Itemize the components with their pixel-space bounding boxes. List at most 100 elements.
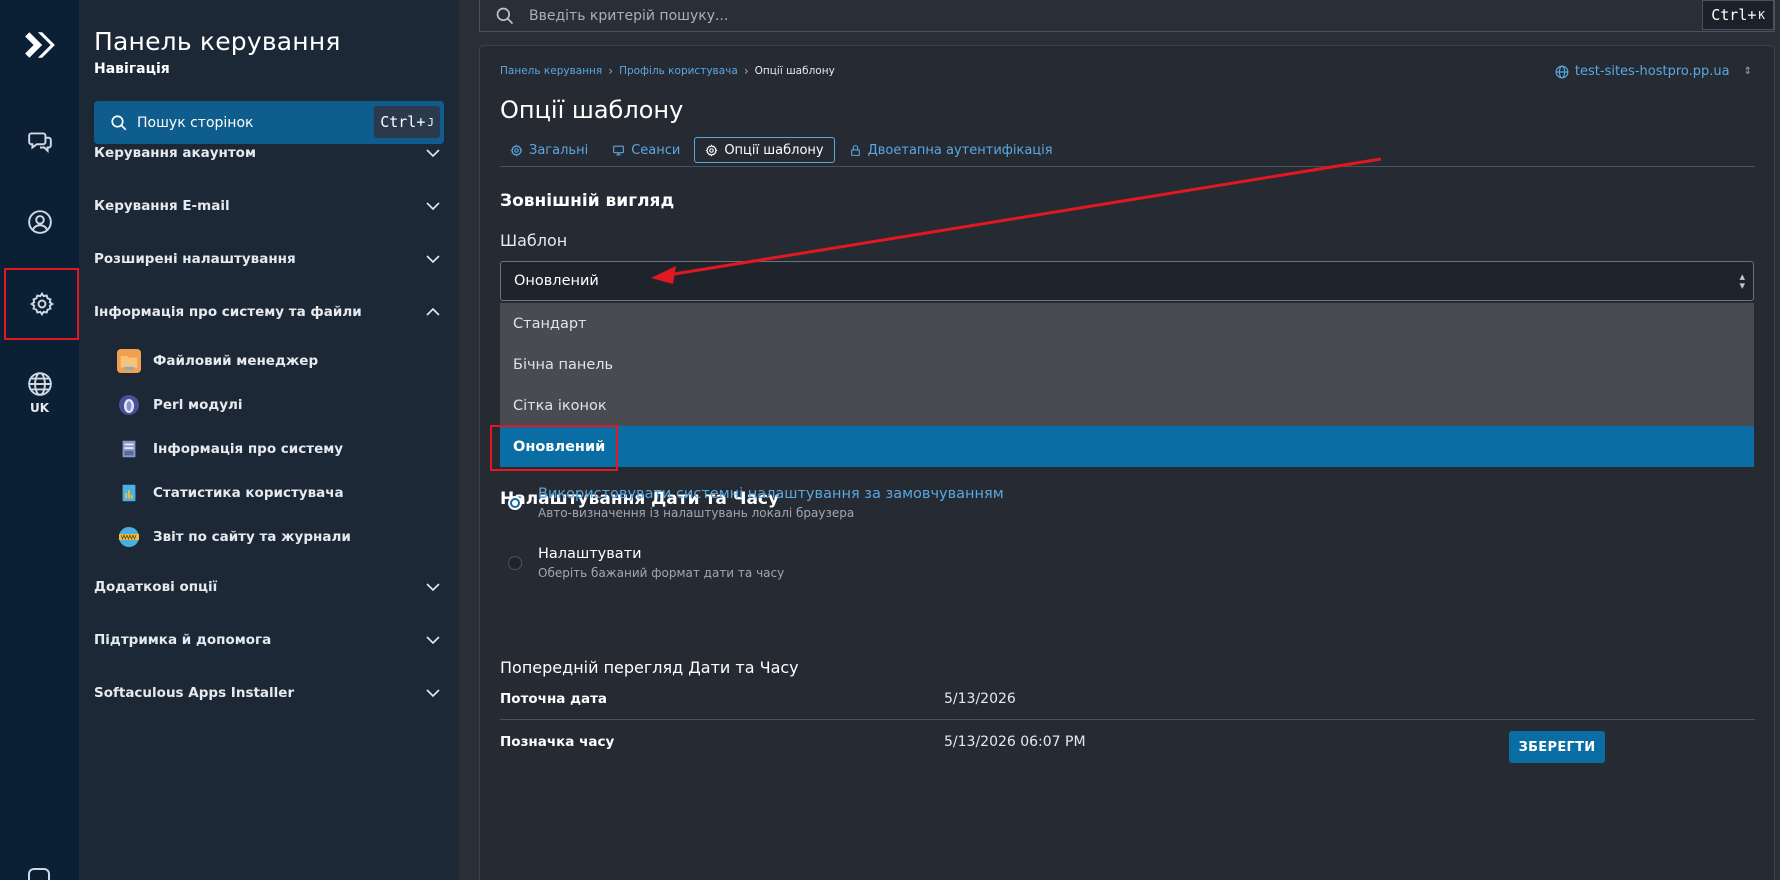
user-profile-icon[interactable] xyxy=(0,187,79,257)
tab-label: Загальні xyxy=(529,142,589,158)
perl-onion-icon xyxy=(117,393,141,417)
gear-icon xyxy=(510,143,523,157)
navigation-sidebar: Панель керування Навігація Пошук сторіно… xyxy=(79,0,459,880)
preview-time-label: Позначка часу xyxy=(500,734,615,750)
globe-icon xyxy=(27,372,52,396)
page-search-shortcut: Ctrl+ J xyxy=(374,106,440,138)
settings-gear-button[interactable] xyxy=(4,268,79,340)
tab-two-factor-auth[interactable]: Двоетапна аутентифікація xyxy=(839,137,1063,163)
chevron-down-icon xyxy=(426,689,440,698)
nav-item-label: Файловий менеджер xyxy=(153,353,319,369)
nav-item-user-stats[interactable]: Статистика користувача xyxy=(117,477,437,509)
tab-label: Двоетапна аутентифікація xyxy=(867,142,1053,158)
nav-subtitle: Навігація xyxy=(94,61,170,77)
nav-section-label: Інформація про систему та файли xyxy=(94,304,362,320)
tab-label: Сеанси xyxy=(631,142,681,158)
search-icon xyxy=(111,114,127,130)
radio-option-description: Авто-визначення із налаштувань локалі бр… xyxy=(538,506,855,520)
nav-section-label: Керування E-mail xyxy=(94,198,230,214)
nav-item-label: Статистика користувача xyxy=(153,485,344,501)
tab-general[interactable]: Загальні xyxy=(500,137,598,163)
template-option-icon-grid[interactable]: Сітка іконок xyxy=(500,385,1754,426)
radio-button-unchecked[interactable] xyxy=(508,556,522,570)
radio-option-custom[interactable]: Налаштувати Оберіть бажаний формат дати … xyxy=(508,546,784,580)
global-search-bar[interactable]: Введіть критерій пошуку... Ctrl+ K xyxy=(479,0,1775,32)
nav-item-site-logs[interactable]: Звіт по сайту та журнали xyxy=(117,521,437,553)
domain-selector[interactable]: test-sites-hostpro.pp.ua ⇕ xyxy=(1555,64,1752,79)
nav-item-label: Інформація про систему xyxy=(153,441,344,457)
template-selected-value: Оновлений xyxy=(514,273,599,289)
chevron-down-icon xyxy=(426,636,440,645)
language-switcher[interactable]: UK xyxy=(0,348,79,438)
radio-option-description: Оберіть бажаний формат дати та часу xyxy=(538,566,785,580)
chat-bubbles-icon xyxy=(27,132,52,154)
language-code: UK xyxy=(29,401,50,415)
global-search-shortcut: Ctrl+ K xyxy=(1702,0,1774,30)
nav-item-file-manager[interactable]: Файловий менеджер xyxy=(117,345,437,377)
nav-item-system-info[interactable]: Інформація про систему xyxy=(117,433,437,465)
nav-section-label: Керування акаунтом xyxy=(94,145,256,161)
server-info-icon xyxy=(117,437,141,461)
nav-title: Панель керування xyxy=(94,27,341,56)
page-search-label: Пошук сторінок xyxy=(137,114,254,131)
nav-section-label: Розширені налаштування xyxy=(94,251,296,267)
select-caret-icon: ⇕ xyxy=(1743,66,1752,77)
chevron-up-icon xyxy=(426,307,440,316)
breadcrumb-separator-icon: › xyxy=(608,64,614,78)
radio-option-title: Використовувати системні налаштування за… xyxy=(538,486,1004,502)
breadcrumb: Панель керування › Профіль користувача ›… xyxy=(500,64,835,78)
save-button[interactable]: ЗБЕРЕГТИ xyxy=(1509,731,1605,763)
tab-sessions[interactable]: Сеанси xyxy=(602,137,690,163)
preview-heading: Попередній перегляд Дати та Часу xyxy=(500,658,799,677)
template-dropdown: Стандарт Бічна панель Сітка іконок Оновл… xyxy=(500,303,1754,467)
nav-section-label: Додаткові опції xyxy=(94,579,218,595)
logo-icon[interactable] xyxy=(0,10,79,80)
template-option-sidebar[interactable]: Бічна панель xyxy=(500,344,1754,385)
chevron-down-icon xyxy=(426,583,440,592)
www-globe-icon xyxy=(117,525,141,549)
radio-button-checked[interactable] xyxy=(508,496,522,510)
search-icon xyxy=(496,7,514,24)
radio-option-system[interactable]: Використовувати системні налаштування за… xyxy=(508,486,1004,520)
stats-icon xyxy=(117,481,141,505)
page-title: Опції шаблону xyxy=(500,96,684,124)
preview-date-label: Поточна дата xyxy=(500,690,608,707)
nav-item-label: Perl модулі xyxy=(153,397,243,413)
preview-row-date: Поточна дата 5/13/2026 xyxy=(500,678,1755,720)
nav-section-label: Підтримка й допомога xyxy=(94,632,272,648)
breadcrumb-control-panel[interactable]: Панель керування xyxy=(500,65,602,77)
annotation-highlight-box xyxy=(490,425,618,471)
nav-section-email[interactable]: Керування E-mail xyxy=(94,191,444,221)
radio-option-title: Налаштувати xyxy=(538,546,642,562)
tab-template-options[interactable]: Опції шаблону xyxy=(694,137,835,163)
nav-section-account[interactable]: Керування акаунтом xyxy=(94,138,444,168)
nav-section-system-info[interactable]: Інформація про систему та файли xyxy=(94,297,444,327)
chat-icon[interactable] xyxy=(0,106,79,176)
chevron-down-icon xyxy=(426,202,440,211)
global-search-input[interactable]: Введіть критерій пошуку... xyxy=(529,8,728,24)
nav-item-perl-modules[interactable]: Perl модулі xyxy=(117,389,437,421)
breadcrumb-user-profile[interactable]: Профіль користувача xyxy=(619,65,738,77)
chevron-down-icon xyxy=(426,255,440,264)
template-label: Шаблон xyxy=(500,231,568,250)
rail-bottom-icon[interactable] xyxy=(28,868,50,880)
appearance-heading: Зовнішній вигляд xyxy=(500,191,675,211)
monitor-icon xyxy=(613,145,625,155)
preview-time-value: 5/13/2026 06:07 PM xyxy=(944,734,1086,750)
template-option-standard[interactable]: Стандарт xyxy=(500,303,1754,344)
nav-section-softaculous[interactable]: Softaculous Apps Installer xyxy=(94,678,444,708)
nav-section-advanced[interactable]: Розширені налаштування xyxy=(94,244,444,274)
tab-bar: Загальні Сеанси Опції шаблону Двоетапна … xyxy=(500,134,1755,167)
breadcrumb-current: Опції шаблону xyxy=(754,65,835,77)
globe-icon xyxy=(1555,65,1569,78)
nav-section-extra-options[interactable]: Додаткові опції xyxy=(94,572,444,602)
nav-section-label: Softaculous Apps Installer xyxy=(94,685,295,701)
nav-section-support[interactable]: Підтримка й допомога xyxy=(94,625,444,655)
breadcrumb-separator-icon: › xyxy=(743,64,749,78)
icon-rail: UK xyxy=(0,0,79,880)
template-select[interactable]: Оновлений ▴ ▾ xyxy=(500,261,1754,301)
template-option-updated[interactable]: Оновлений xyxy=(500,426,1754,467)
user-circle-icon xyxy=(27,210,52,234)
logo-arrow-icon xyxy=(24,32,55,58)
nav-item-label: Звіт по сайту та журнали xyxy=(153,529,351,545)
